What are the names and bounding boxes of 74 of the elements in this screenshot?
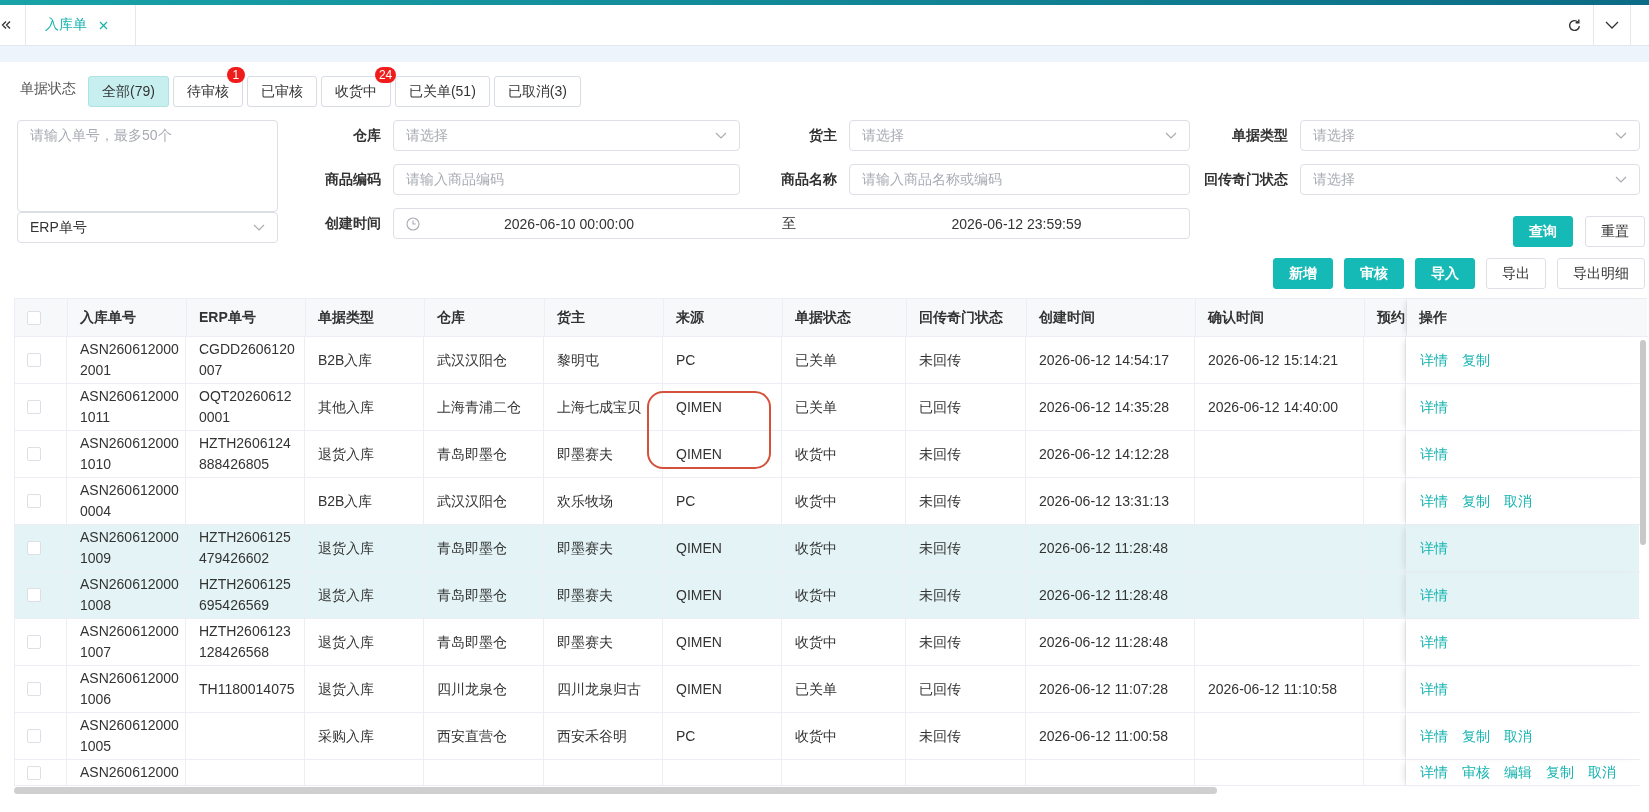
- text-field[interactable]: 请输入商品编码: [393, 164, 740, 195]
- field-label: 创建时间: [324, 214, 382, 233]
- select-field[interactable]: 请选择: [849, 120, 1190, 151]
- row-checkbox[interactable]: [27, 729, 41, 743]
- select-field[interactable]: 请选择: [1300, 120, 1640, 151]
- field-label: 商品编码: [324, 170, 382, 189]
- clock-icon: [406, 216, 420, 231]
- filter-label: 单据状态: [20, 79, 76, 98]
- chevron-down-icon[interactable]: [1605, 21, 1619, 29]
- double-chevron-left-icon[interactable]: [1, 20, 11, 30]
- row-checkbox[interactable]: [27, 353, 41, 367]
- field-label: 回传奇门状态: [1203, 170, 1289, 189]
- action-link[interactable]: 详情: [1420, 537, 1448, 559]
- row-checkbox[interactable]: [27, 635, 41, 649]
- count-badge: 24: [374, 67, 397, 83]
- order-number-textarea[interactable]: 请输入单号，最多50个: [17, 120, 278, 212]
- action-link[interactable]: 详情: [1420, 678, 1448, 700]
- field-label: 货主: [808, 126, 838, 145]
- action-link[interactable]: 详情: [1420, 631, 1448, 653]
- select-field[interactable]: 请选择: [393, 120, 740, 151]
- horizontal-scrollbar[interactable]: [14, 787, 1217, 794]
- action-link[interactable]: 详情: [1420, 490, 1448, 512]
- field-label: 商品名称: [780, 170, 838, 189]
- page-tab[interactable]: 入库单: [26, 5, 135, 45]
- approve-button[interactable]: 审核: [1344, 258, 1404, 289]
- row-checkbox[interactable]: [27, 494, 41, 508]
- action-link[interactable]: 取消: [1504, 490, 1532, 512]
- row-checkbox[interactable]: [27, 682, 41, 696]
- import-button[interactable]: 导入: [1415, 258, 1475, 289]
- search-button[interactable]: 查询: [1513, 216, 1573, 247]
- select-all-checkbox[interactable]: [27, 310, 41, 325]
- action-link[interactable]: 复制: [1546, 762, 1574, 783]
- field-label: 单据类型: [1231, 126, 1289, 145]
- action-link[interactable]: 取消: [1504, 725, 1532, 747]
- export-button[interactable]: 导出: [1486, 258, 1546, 289]
- status-tab[interactable]: 已审核: [246, 76, 317, 107]
- action-link[interactable]: 详情: [1420, 349, 1448, 371]
- select-field[interactable]: 请选择: [1300, 164, 1640, 195]
- action-link[interactable]: 取消: [1588, 762, 1616, 783]
- action-link[interactable]: 复制: [1462, 490, 1490, 512]
- chevron-down-icon: [715, 132, 727, 139]
- date-range-field[interactable]: 2026-06-10 00:00:00 至 2026-06-12 23:59:59: [393, 208, 1190, 239]
- status-tab[interactable]: 已关单(51): [394, 76, 490, 107]
- chevron-down-icon: [1615, 176, 1627, 183]
- action-link[interactable]: 详情: [1420, 443, 1448, 465]
- action-link[interactable]: 复制: [1462, 725, 1490, 747]
- row-checkbox[interactable]: [27, 588, 41, 602]
- close-icon[interactable]: [99, 20, 108, 30]
- action-link[interactable]: 编辑: [1504, 762, 1532, 783]
- reset-button[interactable]: 重置: [1585, 216, 1645, 247]
- status-tab[interactable]: 全部(79): [88, 76, 169, 107]
- action-link[interactable]: 详情: [1420, 396, 1448, 418]
- row-checkbox[interactable]: [27, 765, 41, 780]
- chevron-down-icon: [1615, 132, 1627, 139]
- select-field[interactable]: ERP单号: [17, 212, 278, 243]
- action-link[interactable]: 详情: [1420, 584, 1448, 606]
- action-link[interactable]: 审核: [1462, 762, 1490, 783]
- count-badge: 1: [226, 67, 245, 83]
- chevron-down-icon: [253, 224, 265, 231]
- action-link[interactable]: 详情: [1420, 762, 1448, 783]
- export-details-button[interactable]: 导出明细: [1557, 258, 1645, 289]
- status-tab[interactable]: 已取消(3): [493, 76, 581, 107]
- chevron-down-icon: [1165, 132, 1177, 139]
- field-label: 仓库: [352, 126, 382, 145]
- row-checkbox[interactable]: [27, 541, 41, 555]
- table-cell: ASN260612000: [67, 760, 186, 786]
- action-link[interactable]: 详情: [1420, 725, 1448, 747]
- vertical-scrollbar[interactable]: [1640, 340, 1646, 545]
- refresh-icon[interactable]: [1567, 17, 1582, 33]
- add-button[interactable]: 新增: [1273, 258, 1333, 289]
- row-checkbox[interactable]: [27, 400, 41, 414]
- row-checkbox[interactable]: [27, 447, 41, 461]
- text-field[interactable]: 请输入商品名称或编码: [849, 164, 1190, 195]
- action-link[interactable]: 复制: [1462, 349, 1490, 371]
